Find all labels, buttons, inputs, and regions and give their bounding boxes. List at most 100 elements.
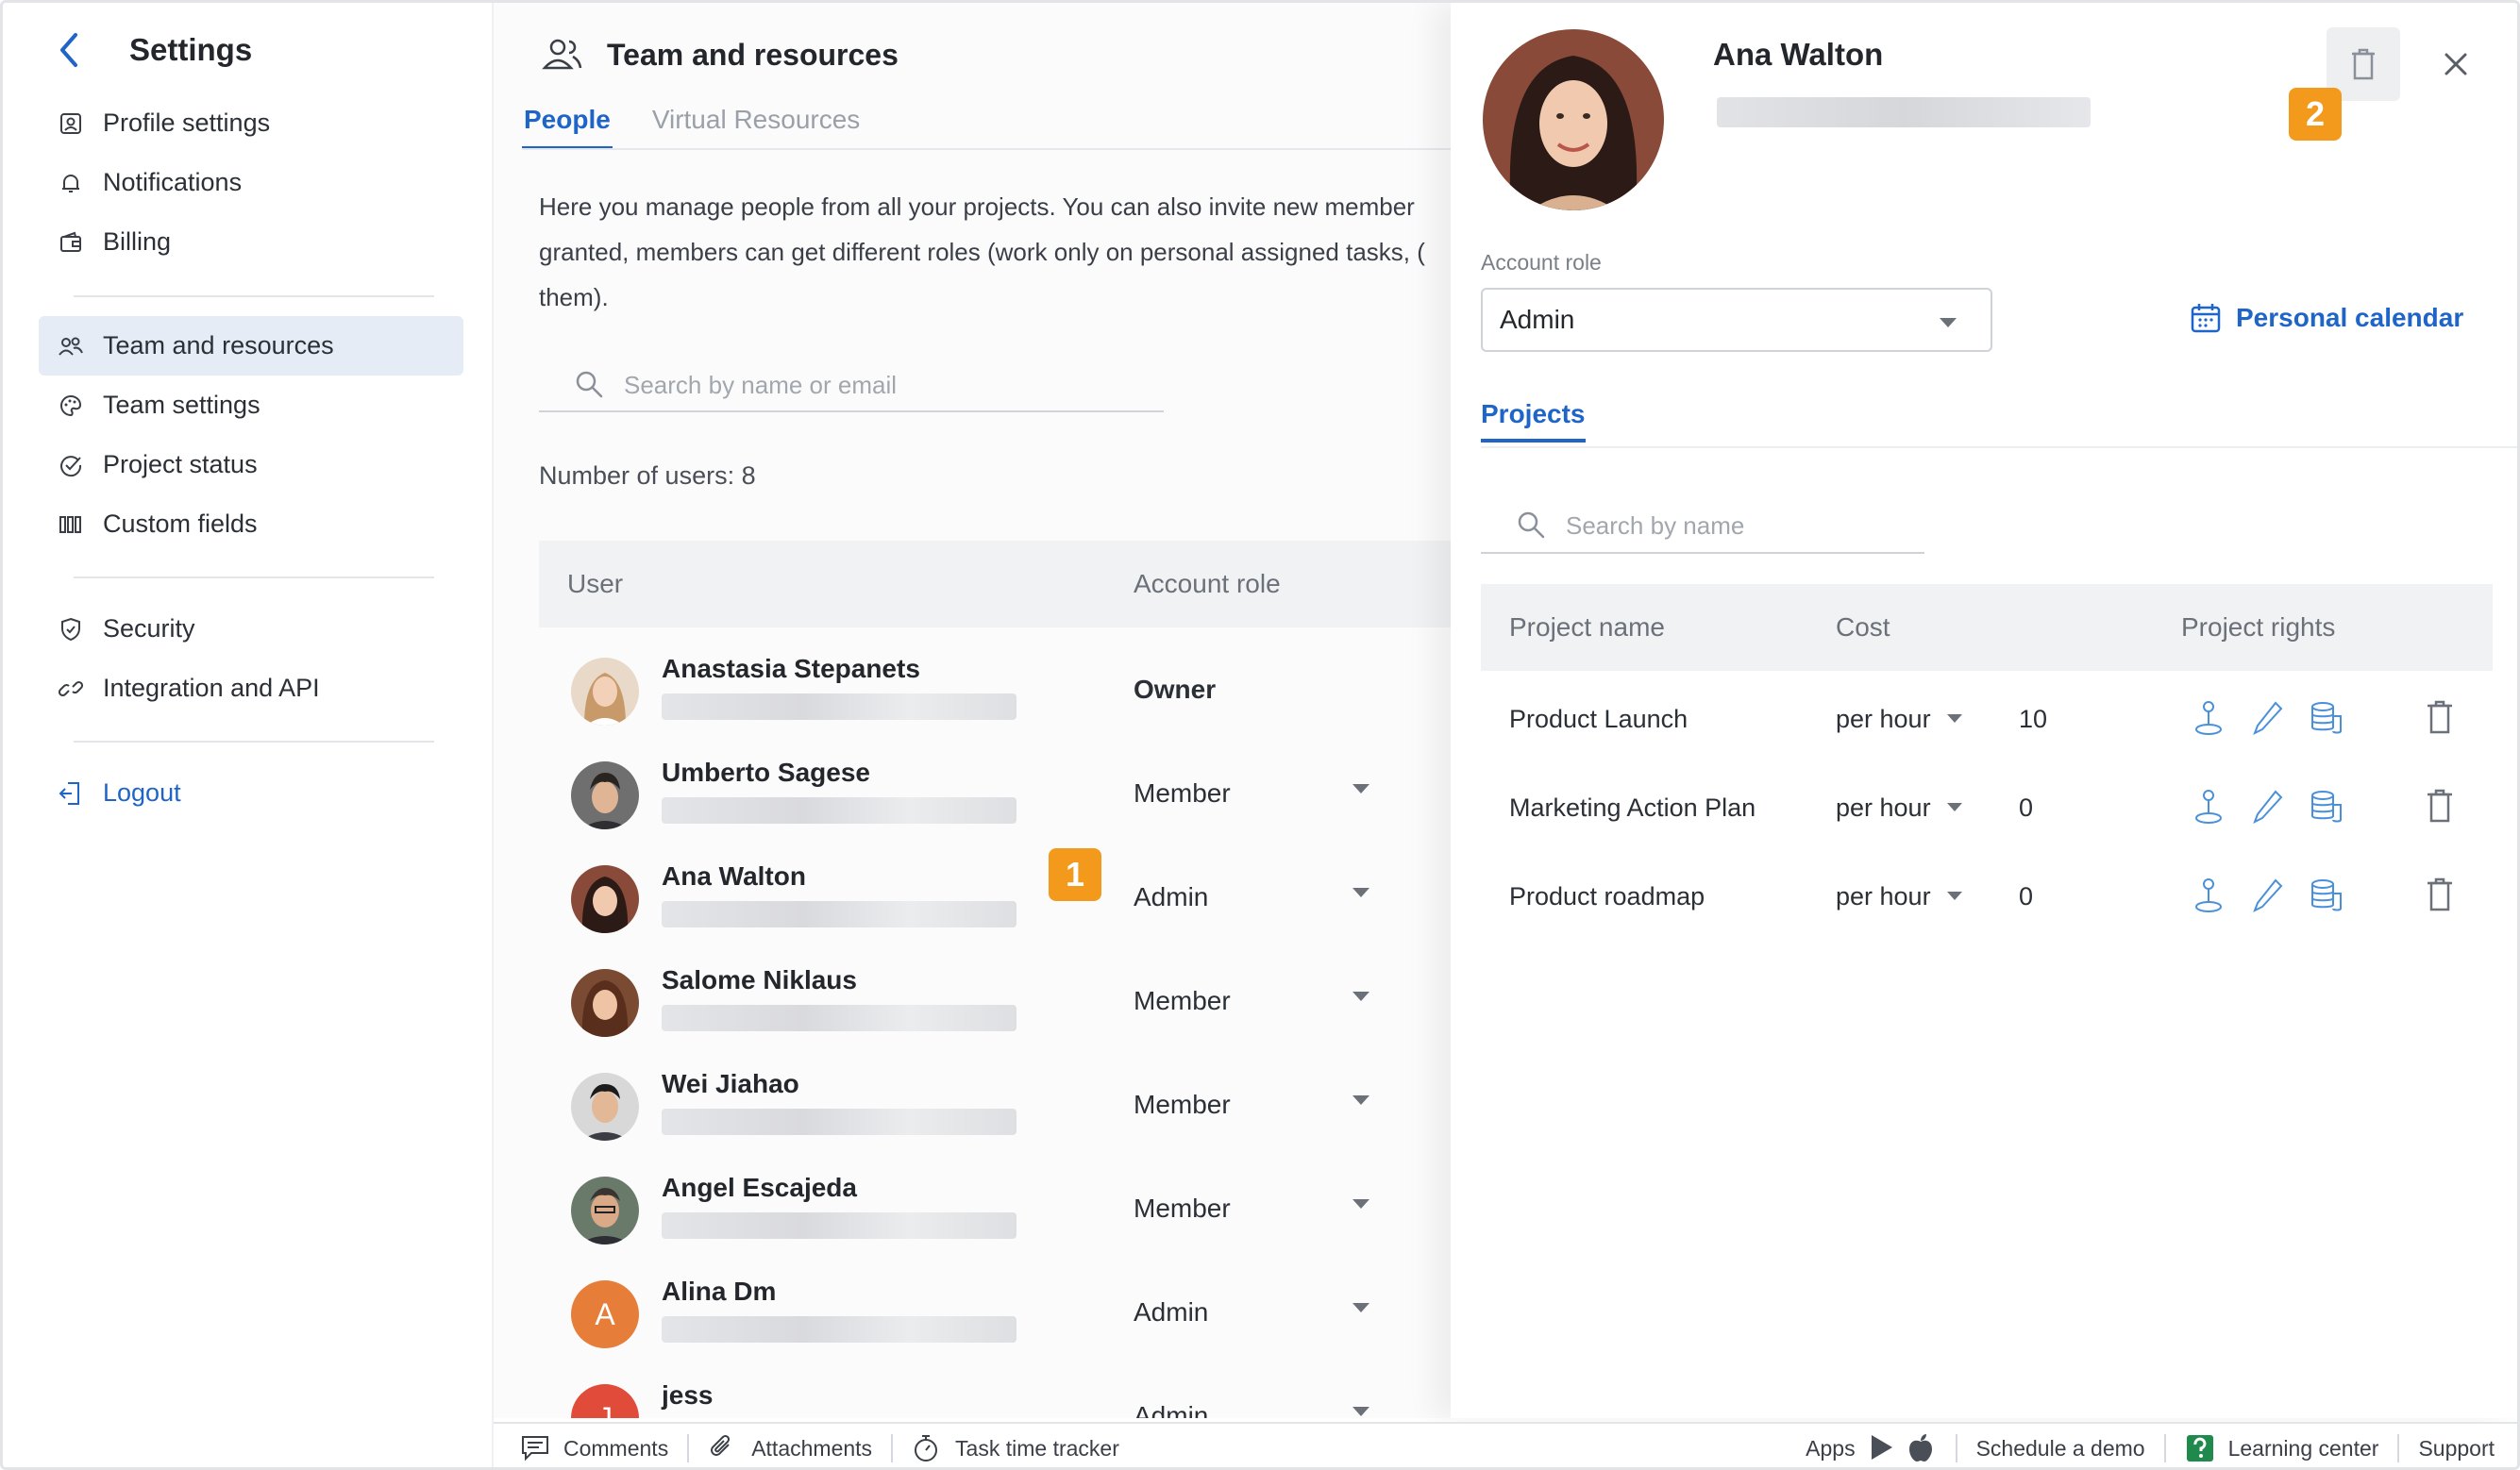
sidebar-title: Settings [129, 32, 253, 67]
role-dropdown-chevron-icon[interactable] [1352, 1407, 1369, 1416]
play-store-icon[interactable] [1869, 1433, 1899, 1463]
account-role-select[interactable]: Admin [1481, 288, 1992, 352]
role-dropdown-chevron-icon[interactable] [1352, 992, 1369, 1001]
app-window: Settings Profile settings Notifications … [0, 0, 2520, 1470]
sidebar-item-label: Profile settings [103, 109, 271, 137]
task-time-tracker-button[interactable]: Task time tracker [912, 1433, 1119, 1463]
sidebar-item-billing[interactable]: Billing [39, 212, 463, 272]
avatar: J [571, 1384, 639, 1418]
avatar [1483, 29, 1664, 210]
user-role: Member [1134, 778, 1231, 808]
sidebar-item-integration-and-api[interactable]: Integration and API [39, 659, 463, 718]
apps-button[interactable]: Apps [1806, 1433, 1936, 1463]
cost-right-icon[interactable] [2308, 877, 2345, 914]
column-header-cost: Cost [1836, 612, 1890, 642]
users-count: Number of users: 8 [539, 461, 756, 490]
trash-icon[interactable] [2425, 788, 2462, 826]
sidebar-item-notifications[interactable]: Notifications [39, 153, 463, 212]
avatar [571, 1073, 639, 1141]
user-name: Anastasia Stepanets [662, 654, 920, 683]
learning-center-link[interactable]: Learning center [2185, 1433, 2378, 1463]
logout-link[interactable]: Logout [39, 763, 463, 823]
sidebar-item-label: Custom fields [103, 509, 258, 538]
project-name: Product Launch [1509, 705, 1688, 733]
trash-icon[interactable] [2425, 699, 2462, 737]
sidebar-item-project-status[interactable]: Project status [39, 435, 463, 494]
tab-people[interactable]: People [522, 97, 613, 150]
project-row: Product Launch per hour 10 [1481, 675, 2493, 763]
cost-type[interactable]: per hour [1836, 882, 1931, 911]
user-email-redacted [662, 693, 1016, 720]
bottom-toolbar: Comments Attachments Task time tracker A… [494, 1422, 2517, 1467]
project-search-input[interactable] [1566, 510, 1906, 541]
user-role: Admin [1134, 882, 1209, 911]
sidebar-group-security: Security Integration and API [39, 599, 463, 718]
search-input[interactable] [624, 370, 1096, 400]
edit-right-icon[interactable] [2251, 788, 2289, 826]
user-email-redacted [662, 1316, 1016, 1343]
comments-button[interactable]: Comments [520, 1433, 668, 1463]
table-row[interactable]: Ana Walton Admin [539, 846, 1473, 950]
cost-type[interactable]: per hour [1836, 793, 1931, 823]
role-dropdown-chevron-icon[interactable] [1352, 784, 1369, 793]
table-row[interactable]: Umberto Sagese Member [539, 743, 1473, 846]
cost-value[interactable]: 0 [2019, 793, 2033, 823]
table-row[interactable]: A Alina Dm Admin [539, 1261, 1473, 1365]
tab-projects[interactable]: Projects [1481, 399, 1586, 443]
edit-right-icon[interactable] [2251, 877, 2289, 914]
cost-value[interactable]: 10 [2019, 705, 2047, 734]
schedule-demo-link[interactable]: Schedule a demo [1976, 1436, 2145, 1462]
close-panel-button[interactable] [2432, 41, 2479, 88]
paperclip-icon [708, 1433, 738, 1463]
support-link[interactable]: Support [2418, 1436, 2495, 1462]
cost-chevron-down-icon[interactable] [1947, 892, 1962, 900]
back-chevron-icon[interactable] [50, 27, 88, 73]
footer-divider [2163, 1434, 2166, 1462]
wallet-icon [58, 229, 84, 256]
table-row[interactable]: J jess Admin [539, 1365, 1473, 1418]
attachments-button[interactable]: Attachments [708, 1433, 872, 1463]
role-dropdown-chevron-icon[interactable] [1352, 1199, 1369, 1209]
logout-label: Logout [103, 778, 181, 807]
user-detail-panel: Ana Walton 2 Account role Admin Personal… [1451, 3, 2517, 1418]
project-row: Marketing Action Plan per hour 0 [1481, 763, 2493, 852]
sidebar-item-label: Billing [103, 227, 172, 256]
apple-icon[interactable] [1907, 1433, 1937, 1463]
assignee-right-icon[interactable] [2191, 699, 2228, 737]
assignee-right-icon[interactable] [2191, 877, 2228, 914]
table-row[interactable]: Anastasia Stepanets Owner [539, 639, 1473, 743]
table-row[interactable]: Angel Escajeda Member [539, 1158, 1473, 1261]
sidebar-item-profile-settings[interactable]: Profile settings [39, 93, 463, 153]
account-role-label: Account role [1481, 250, 1602, 275]
table-row[interactable]: Wei Jiahao Member [539, 1054, 1473, 1158]
cost-value[interactable]: 0 [2019, 882, 2033, 911]
edit-right-icon[interactable] [2251, 699, 2289, 737]
avatar: A [571, 1280, 639, 1348]
tab-virtual-resources[interactable]: Virtual Resources [650, 97, 862, 150]
personal-calendar-link[interactable]: Personal calendar [2189, 301, 2463, 335]
sidebar-divider [74, 741, 434, 743]
cost-right-icon[interactable] [2308, 699, 2345, 737]
main-header: Team and resources [541, 31, 899, 78]
chevron-down-icon [1940, 318, 1957, 327]
cost-chevron-down-icon[interactable] [1947, 803, 1962, 811]
cost-right-icon[interactable] [2308, 788, 2345, 826]
role-dropdown-chevron-icon[interactable] [1352, 888, 1369, 897]
sidebar-divider [74, 295, 434, 297]
sidebar-item-team-and-resources[interactable]: Team and resources [39, 316, 463, 376]
sidebar-item-security[interactable]: Security [39, 599, 463, 659]
cost-chevron-down-icon[interactable] [1947, 714, 1962, 723]
role-dropdown-chevron-icon[interactable] [1352, 1303, 1369, 1312]
role-dropdown-chevron-icon[interactable] [1352, 1095, 1369, 1105]
personal-calendar-label: Personal calendar [2236, 303, 2464, 332]
sidebar-item-custom-fields[interactable]: Custom fields [39, 494, 463, 554]
step-badge-2: 2 [2289, 88, 2342, 141]
trash-icon[interactable] [2425, 877, 2462, 914]
column-header-project-rights: Project rights [2181, 612, 2336, 642]
sidebar-item-team-settings[interactable]: Team settings [39, 376, 463, 435]
table-row[interactable]: Salome Niklaus Member [539, 950, 1473, 1054]
assignee-right-icon[interactable] [2191, 788, 2228, 826]
comments-label: Comments [563, 1435, 669, 1461]
cost-type[interactable]: per hour [1836, 705, 1931, 734]
logout-icon [58, 780, 84, 807]
